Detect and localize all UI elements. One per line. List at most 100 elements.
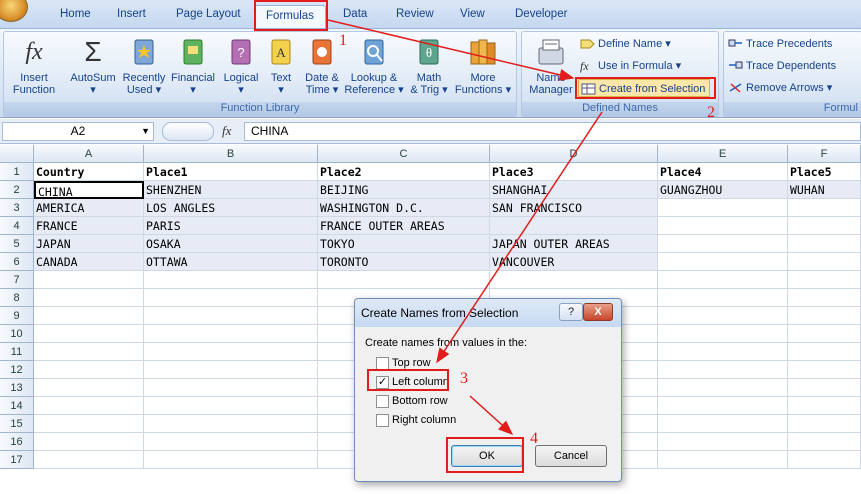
row-header-13[interactable]: 13 (0, 379, 34, 397)
table-cell[interactable]: GUANGZHOU (658, 181, 788, 199)
header-cell[interactable]: Place5 (788, 163, 861, 181)
table-cell[interactable] (658, 253, 788, 271)
formula-bar-expand-handle[interactable] (162, 122, 214, 141)
table-cell[interactable]: LOS ANGLES (144, 199, 318, 217)
text-button[interactable]: A Text ▾ (264, 36, 298, 96)
table-cell[interactable] (788, 253, 861, 271)
table-cell[interactable] (144, 361, 318, 379)
table-cell[interactable] (144, 397, 318, 415)
trace-precedents-button[interactable]: Trace Precedents (726, 35, 832, 53)
tab-home[interactable]: Home (60, 8, 91, 20)
insert-function-button[interactable]: fx Insert Function (8, 36, 60, 96)
table-cell[interactable] (490, 271, 658, 289)
table-cell[interactable]: PARIS (144, 217, 318, 235)
row-header-1[interactable]: 1 (0, 163, 34, 181)
table-cell[interactable]: SHANGHAI (490, 181, 658, 199)
cancel-button[interactable]: Cancel (535, 445, 607, 467)
logical-button[interactable]: ? Logical ▾ (218, 36, 264, 96)
header-cell[interactable]: Country (34, 163, 144, 181)
table-cell[interactable] (34, 289, 144, 307)
table-cell[interactable] (658, 415, 788, 433)
table-cell[interactable] (788, 289, 861, 307)
table-cell[interactable] (788, 343, 861, 361)
row-header-11[interactable]: 11 (0, 343, 34, 361)
table-cell[interactable] (34, 361, 144, 379)
table-cell[interactable] (658, 379, 788, 397)
tab-view[interactable]: View (460, 8, 485, 20)
table-cell[interactable] (658, 271, 788, 289)
row-header-15[interactable]: 15 (0, 415, 34, 433)
table-cell[interactable]: FRANCE OUTER AREAS (318, 217, 490, 235)
column-header-e[interactable]: E (658, 145, 788, 163)
table-cell[interactable]: TORONTO (318, 253, 490, 271)
date-time-button[interactable]: Date & Time ▾ (300, 36, 344, 96)
table-cell[interactable]: OSAKA (144, 235, 318, 253)
table-cell[interactable]: AMERICA (34, 199, 144, 217)
table-cell[interactable]: WUHAN (788, 181, 861, 199)
table-cell[interactable] (144, 271, 318, 289)
bottom-row-checkbox[interactable] (376, 395, 389, 408)
lookup-reference-button[interactable]: Lookup & Reference ▾ (344, 36, 404, 96)
table-cell[interactable] (658, 307, 788, 325)
row-header-7[interactable]: 7 (0, 271, 34, 289)
tab-page-layout[interactable]: Page Layout (176, 8, 241, 20)
table-cell[interactable] (658, 451, 788, 469)
table-cell[interactable]: FRANCE (34, 217, 144, 235)
table-cell[interactable] (658, 289, 788, 307)
row-header-5[interactable]: 5 (0, 235, 34, 253)
table-cell[interactable] (658, 199, 788, 217)
use-in-formula-button[interactable]: fx Use in Formula ▾ (578, 57, 681, 75)
table-cell[interactable] (144, 451, 318, 469)
trace-dependents-button[interactable]: Trace Dependents (726, 57, 836, 75)
table-cell[interactable] (34, 433, 144, 451)
table-cell[interactable]: TOKYO (318, 235, 490, 253)
select-all-corner[interactable] (0, 145, 34, 163)
table-cell[interactable] (788, 433, 861, 451)
tab-insert[interactable]: Insert (117, 8, 146, 20)
table-cell[interactable] (658, 325, 788, 343)
table-cell[interactable] (788, 271, 861, 289)
table-cell[interactable] (144, 415, 318, 433)
column-header-b[interactable]: B (144, 145, 318, 163)
row-header-12[interactable]: 12 (0, 361, 34, 379)
table-cell[interactable] (658, 343, 788, 361)
table-cell[interactable] (788, 451, 861, 469)
table-cell[interactable] (34, 325, 144, 343)
tab-developer[interactable]: Developer (515, 8, 567, 20)
table-cell[interactable]: CANADA (34, 253, 144, 271)
table-cell[interactable] (658, 217, 788, 235)
dialog-help-button[interactable]: ? (559, 303, 583, 321)
table-cell[interactable] (658, 433, 788, 451)
table-cell[interactable] (788, 415, 861, 433)
table-cell[interactable] (788, 199, 861, 217)
table-cell[interactable] (34, 451, 144, 469)
math-trig-button[interactable]: θ Math & Trig ▾ (406, 36, 452, 96)
table-cell[interactable] (788, 397, 861, 415)
header-cell[interactable]: Place3 (490, 163, 658, 181)
row-header-10[interactable]: 10 (0, 325, 34, 343)
header-cell[interactable]: Place1 (144, 163, 318, 181)
table-cell[interactable] (144, 325, 318, 343)
name-manager-button[interactable]: Name Manager (524, 36, 578, 96)
recently-used-button[interactable]: Recently Used ▾ (120, 36, 168, 96)
table-cell[interactable]: SHENZHEN (144, 181, 318, 199)
table-cell[interactable] (144, 307, 318, 325)
formula-input[interactable]: CHINA (244, 122, 861, 141)
table-cell[interactable] (34, 415, 144, 433)
autosum-button[interactable]: Σ AutoSum ▾ (66, 36, 120, 96)
table-cell[interactable] (144, 289, 318, 307)
table-cell[interactable] (34, 271, 144, 289)
header-cell[interactable]: Place2 (318, 163, 490, 181)
column-header-a[interactable]: A (34, 145, 144, 163)
table-cell[interactable]: JAPAN OUTER AREAS (490, 235, 658, 253)
right-column-option[interactable]: Right column (376, 414, 456, 428)
row-header-3[interactable]: 3 (0, 199, 34, 217)
row-header-14[interactable]: 14 (0, 397, 34, 415)
table-cell[interactable]: OTTAWA (144, 253, 318, 271)
name-box-dropdown-icon[interactable]: ▼ (141, 123, 150, 140)
table-cell[interactable] (658, 235, 788, 253)
define-name-button[interactable]: Define Name ▾ (578, 35, 671, 53)
more-functions-button[interactable]: More Functions ▾ (452, 36, 514, 96)
dialog-close-button[interactable]: X (583, 303, 613, 321)
table-cell[interactable]: VANCOUVER (490, 253, 658, 271)
